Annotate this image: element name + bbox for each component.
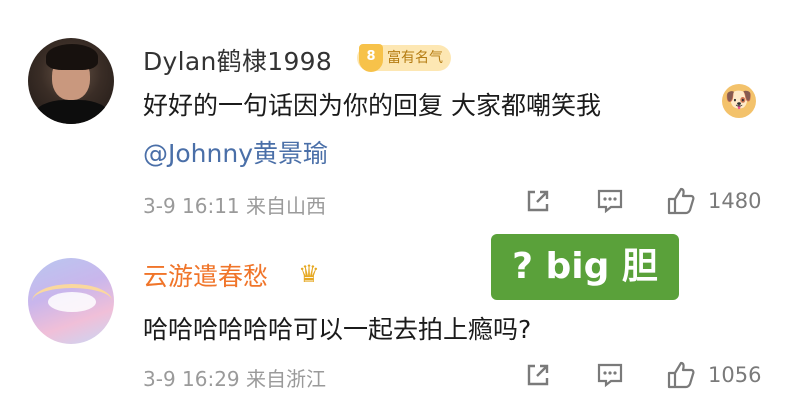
comment-icon[interactable] — [595, 360, 625, 390]
crown-icon[interactable]: ♛ — [295, 260, 323, 288]
comment-item: 云游遣春愁 ♛ 哈哈哈哈哈哈可以一起去拍上瘾吗? 3-9 16:29 来自浙江 … — [0, 236, 800, 407]
share-icon[interactable] — [523, 360, 553, 390]
comment-icon[interactable] — [595, 186, 625, 216]
fame-badge[interactable]: 8 富有名气 — [357, 44, 451, 72]
badge-label: 富有名气 — [387, 50, 443, 66]
doge-emoji-icon: 🐶 — [722, 84, 756, 118]
avatar-hair — [46, 44, 98, 70]
like-count: 1480 — [708, 189, 762, 213]
comment-text: 哈哈哈哈哈哈可以一起去拍上瘾吗? — [143, 315, 532, 344]
share-icon[interactable] — [523, 186, 553, 216]
avatar[interactable] — [28, 38, 114, 124]
like-icon[interactable] — [666, 186, 696, 216]
mention-link[interactable]: @Johnny黄景瑜 — [143, 134, 328, 170]
comment-meta: 3-9 16:29 来自浙江 — [143, 367, 327, 391]
caption-overlay: ? big 胆 — [491, 234, 679, 300]
like-icon[interactable] — [666, 360, 696, 390]
username[interactable]: 云游遣春愁 — [143, 257, 268, 293]
comment-meta: 3-9 16:11 来自山西 — [143, 194, 327, 218]
avatar-shirt — [34, 100, 110, 124]
avatar[interactable] — [28, 258, 114, 344]
comment-item: Dylan鹤棣1998 8 富有名气 好好的一句话因为你的回复 大家都嘲笑我 🐶… — [0, 0, 800, 236]
level-shield-icon: 8 — [359, 44, 383, 72]
avatar-whale — [48, 292, 96, 312]
like-count: 1056 — [708, 363, 762, 387]
comment-text: 好好的一句话因为你的回复 大家都嘲笑我 — [143, 91, 601, 120]
username[interactable]: Dylan鹤棣1998 — [143, 42, 332, 78]
